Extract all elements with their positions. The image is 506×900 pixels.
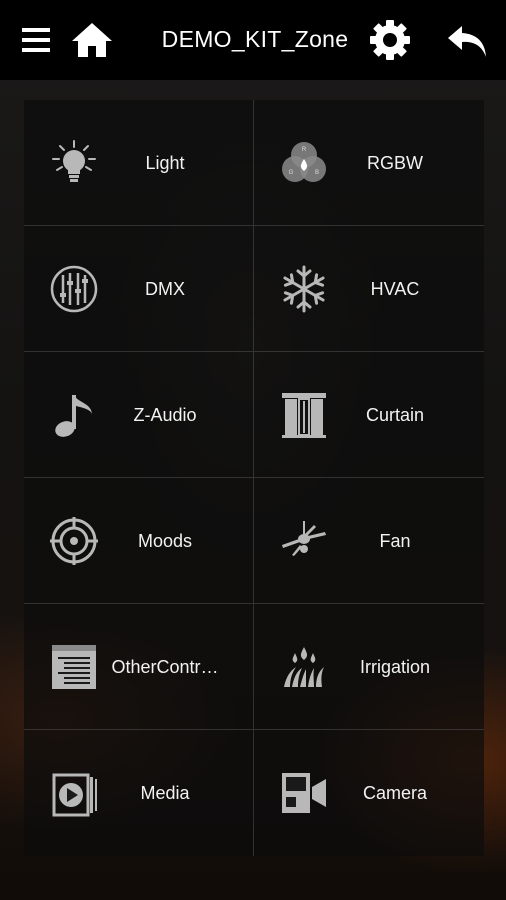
hamburger-menu-icon xyxy=(20,25,52,55)
page-title: DEMO_KIT_Zone xyxy=(161,26,349,52)
back-arrow-icon xyxy=(446,20,490,60)
tile-label: HVAC xyxy=(370,279,420,299)
tile-camera[interactable]: Camera xyxy=(254,730,484,856)
rgbw-letter-g: G xyxy=(289,170,294,176)
dmx-sliders-icon xyxy=(48,263,100,315)
light-bulb-icon xyxy=(48,137,100,189)
tile-hvac[interactable]: HVAC xyxy=(254,226,484,352)
tile-label: Z-Audio xyxy=(133,405,197,425)
music-note-icon xyxy=(48,389,100,441)
settings-button[interactable] xyxy=(368,14,412,66)
tile-z-audio[interactable]: Z-Audio xyxy=(24,352,254,478)
menu-button[interactable] xyxy=(14,14,58,66)
irrigation-icon xyxy=(278,641,330,693)
back-button[interactable] xyxy=(446,14,490,66)
curtain-icon xyxy=(278,389,330,441)
tile-light[interactable]: Light xyxy=(24,100,254,226)
tile-label: Moods xyxy=(137,531,193,551)
tile-label: Fan xyxy=(379,531,411,551)
tile-rgbw[interactable]: R G B RGBW xyxy=(254,100,484,226)
tile-curtain[interactable]: Curtain xyxy=(254,352,484,478)
rgbw-icon: R G B xyxy=(278,137,330,189)
tile-media[interactable]: Media xyxy=(24,730,254,856)
home-button[interactable] xyxy=(70,14,114,66)
home-icon xyxy=(70,20,114,60)
control-grid: Light R G B RGBW DMX HVAC Z-Audio Curtai… xyxy=(24,100,484,856)
tile-irrigation[interactable]: Irrigation xyxy=(254,604,484,730)
rgbw-letter-r: R xyxy=(302,147,307,153)
rgbw-letter-b: B xyxy=(315,170,319,176)
tile-label: Media xyxy=(140,783,190,803)
snowflake-icon xyxy=(278,263,330,315)
tile-label: Irrigation xyxy=(359,657,431,677)
tile-moods[interactable]: Moods xyxy=(24,478,254,604)
media-play-icon xyxy=(48,767,100,819)
target-icon xyxy=(48,515,100,567)
tile-label: Camera xyxy=(362,783,428,803)
tile-label: OtherContr… xyxy=(111,657,219,677)
tile-fan[interactable]: Fan xyxy=(254,478,484,604)
tile-label: Light xyxy=(145,153,185,173)
tile-label: DMX xyxy=(145,279,185,299)
ceiling-fan-icon xyxy=(278,515,330,567)
list-panel-icon xyxy=(48,641,100,693)
tile-label: RGBW xyxy=(367,153,423,173)
tile-label: Curtain xyxy=(365,405,425,425)
top-bar: DEMO_KIT_Zone xyxy=(0,0,506,80)
camera-icon xyxy=(278,767,330,819)
tile-other-controls[interactable]: OtherContr… xyxy=(24,604,254,730)
gear-icon xyxy=(368,18,412,62)
tile-dmx[interactable]: DMX xyxy=(24,226,254,352)
